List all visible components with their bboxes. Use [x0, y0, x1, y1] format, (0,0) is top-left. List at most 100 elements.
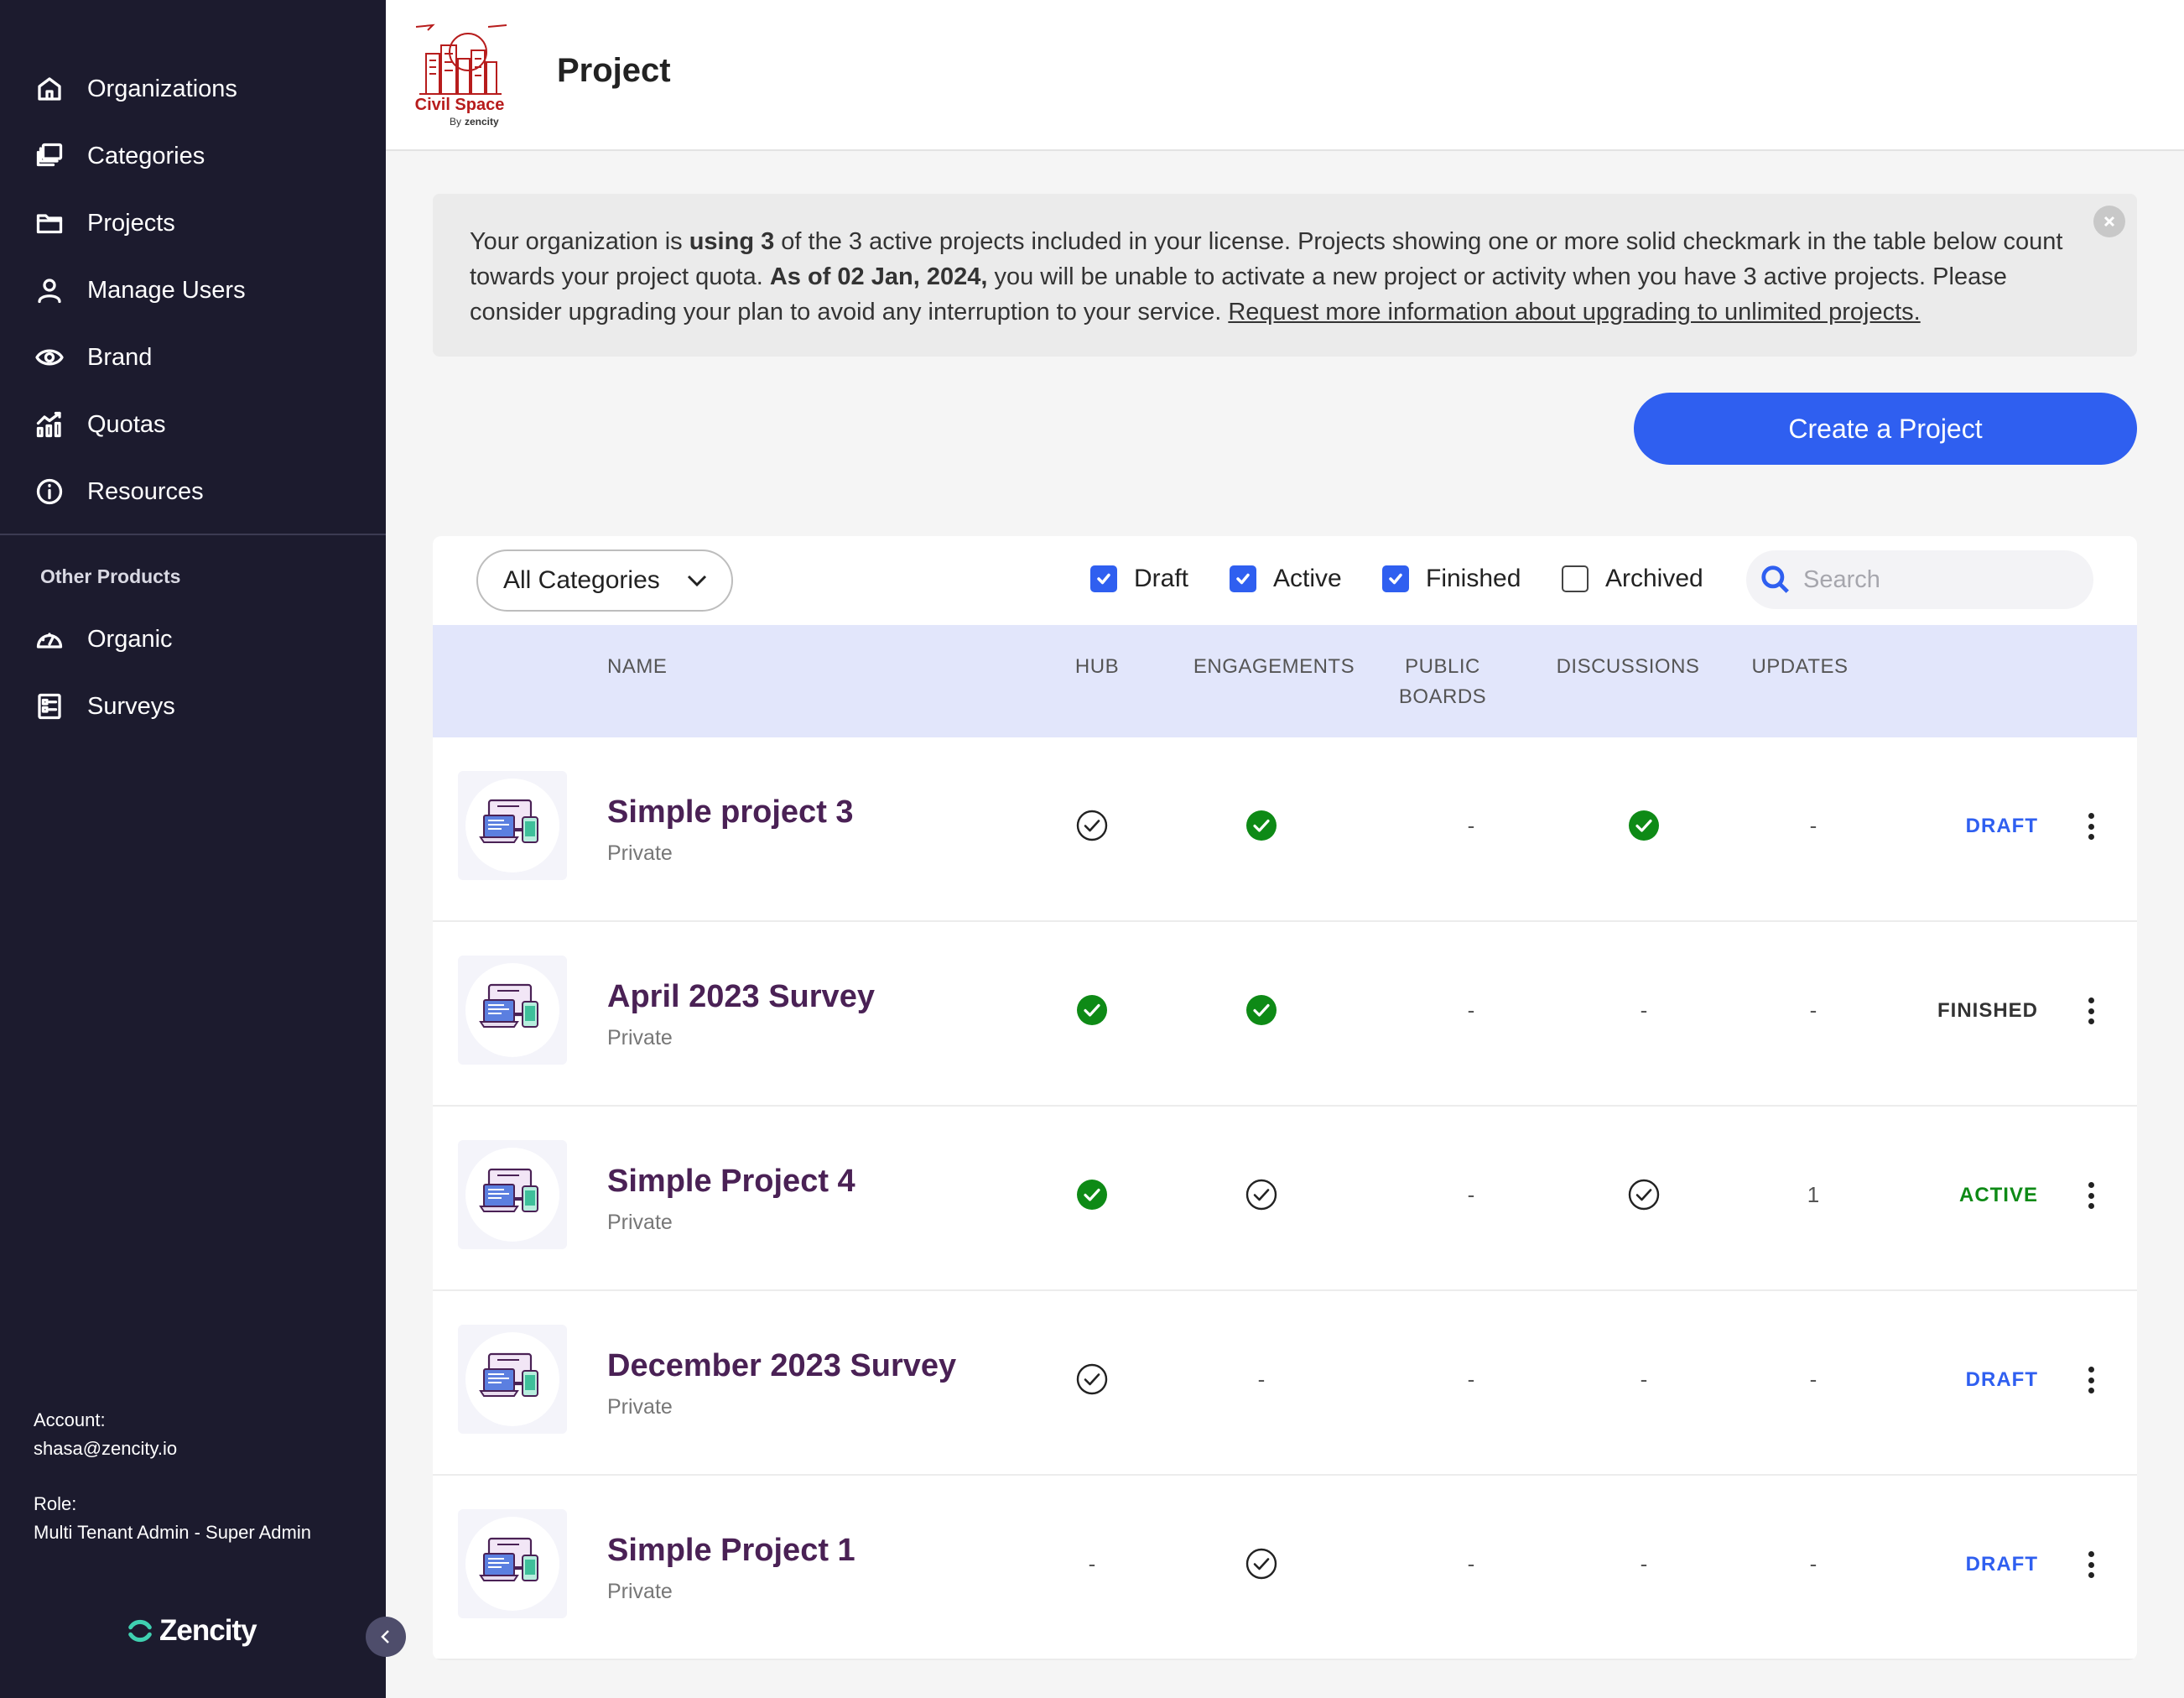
survey-icon: [34, 690, 65, 722]
row-more-menu-icon[interactable]: [2078, 994, 2103, 1028]
filter-active-checkbox[interactable]: Active: [1230, 565, 1342, 593]
user-icon: [34, 274, 65, 306]
upgrade-info-link[interactable]: Request more information about upgrading…: [1228, 299, 1920, 326]
row-more-menu-icon[interactable]: [2078, 1363, 2103, 1397]
discussions-outline-check-icon: [1619, 1174, 1669, 1216]
search-input[interactable]: [1803, 565, 2072, 594]
public-boards-value: -: [1467, 1181, 1475, 1207]
collapse-sidebar-button[interactable]: [366, 1617, 406, 1657]
project-name[interactable]: Simple project 3: [607, 794, 854, 831]
license-notice: Your organization is using 3 of the 3 ac…: [433, 194, 2137, 357]
row-more-menu-icon[interactable]: [2078, 1548, 2103, 1581]
engagements-value: -: [1257, 1366, 1266, 1392]
close-icon: [2103, 216, 2115, 227]
sidebar-item-label: Brand: [87, 343, 153, 371]
project-name[interactable]: December 2023 Survey: [607, 1348, 956, 1384]
filter-finished-label: Finished: [1426, 565, 1521, 592]
sidebar-item-categories[interactable]: Categories: [0, 122, 386, 190]
notice-bold-2: As of 02 Jan, 2024,: [769, 263, 988, 290]
table-row[interactable]: December 2023 Survey Private - - - - DRAFT: [433, 1291, 2137, 1476]
sidebar-divider: [0, 534, 386, 535]
public-boards-value: -: [1467, 1366, 1475, 1392]
account-info: Account: shasa@zencity.io Role: Multi Te…: [34, 1406, 311, 1547]
sidebar-item-label: Organizations: [87, 75, 237, 102]
project-devices-icon: [465, 1148, 559, 1242]
notice-bold-1: using 3: [689, 228, 775, 255]
checkbox-archived-box[interactable]: [1562, 565, 1589, 592]
sidebar-item-manage-users[interactable]: Manage Users: [0, 257, 386, 324]
project-name[interactable]: Simple Project 1: [607, 1533, 855, 1569]
engagements-solid-check-icon: [1236, 989, 1287, 1031]
sidebar-item-resources[interactable]: Resources: [0, 458, 386, 525]
chart-icon: [34, 409, 65, 440]
column-header-public-boards: PUBLIC BOARDS: [1375, 652, 1510, 712]
categories-icon: [34, 140, 65, 172]
sidebar-item-quotas[interactable]: Quotas: [0, 391, 386, 458]
project-visibility: Private: [607, 1026, 673, 1050]
logo-company: zencity: [465, 116, 499, 128]
hub-outline-check-icon: [1067, 1358, 1117, 1400]
sidebar-item-label: Organic: [87, 625, 173, 653]
sidebar-item-label: Projects: [87, 209, 175, 237]
table-filters: All Categories Draft Active Finished Arc…: [433, 536, 2137, 625]
sidebar-item-projects[interactable]: Projects: [0, 190, 386, 257]
checkbox-draft-box[interactable]: [1090, 565, 1117, 592]
notice-text-1: Your organization is: [470, 228, 689, 255]
check-icon: [1097, 573, 1110, 585]
account-label: Account:: [34, 1409, 106, 1430]
status-badge: FINISHED: [1937, 999, 2038, 1022]
logo-name: Civil Space: [415, 96, 505, 114]
page-title: Project: [557, 52, 671, 89]
sidebar-item-brand[interactable]: Brand: [0, 324, 386, 391]
check-icon: [1236, 573, 1250, 585]
column-header-discussions: DISCUSSIONS: [1556, 655, 1700, 678]
eye-icon: [34, 341, 65, 373]
status-badge: DRAFT: [1965, 1553, 2038, 1576]
project-devices-icon: [465, 1332, 559, 1426]
table-row[interactable]: April 2023 Survey Private - - - FINISHED: [433, 922, 2137, 1107]
discussions-value: -: [1640, 1550, 1648, 1576]
sidebar-item-surveys[interactable]: Surveys: [0, 673, 386, 740]
discussions-value: -: [1640, 997, 1648, 1023]
role-label: Role:: [34, 1493, 77, 1514]
create-project-button[interactable]: Create a Project: [1634, 393, 2137, 465]
sidebar-item-label: Resources: [87, 477, 204, 505]
sidebar-nav: Organizations Categories Projects Manage…: [0, 0, 386, 525]
project-thumbnail: [458, 1325, 567, 1434]
notice-close-button[interactable]: [2093, 206, 2125, 237]
updates-value: -: [1809, 997, 1817, 1023]
civil-space-logo-icon: Civil Space By zencity: [415, 23, 507, 128]
column-header-name: NAME: [607, 655, 668, 678]
status-badge: ACTIVE: [1958, 1184, 2038, 1206]
folder-icon: [34, 207, 65, 239]
sidebar-item-label: Surveys: [87, 692, 175, 720]
checkbox-active-box[interactable]: [1230, 565, 1256, 592]
project-devices-icon: [465, 779, 559, 872]
filter-draft-checkbox[interactable]: Draft: [1090, 565, 1188, 593]
project-name[interactable]: Simple Project 4: [607, 1164, 855, 1200]
project-thumbnail: [458, 1140, 567, 1249]
category-select-value: All Categories: [503, 566, 660, 594]
project-thumbnail: [458, 771, 567, 880]
project-visibility: Private: [607, 841, 673, 865]
updates-value: 1: [1807, 1181, 1820, 1207]
table-row[interactable]: Simple Project 4 Private - 1 ACTIVE: [433, 1107, 2137, 1291]
sidebar-item-organic[interactable]: Organic: [0, 606, 386, 673]
project-devices-icon: [465, 963, 559, 1057]
updates-value: -: [1809, 1550, 1817, 1576]
updates-value: -: [1809, 1366, 1817, 1392]
home-icon: [34, 73, 65, 105]
table-row[interactable]: Simple Project 1 Private - - - - DRAFT: [433, 1476, 2137, 1660]
row-more-menu-icon[interactable]: [2078, 1179, 2103, 1212]
table-row[interactable]: Simple project 3 Private - - DRAFT: [433, 737, 2137, 922]
checkbox-finished-box[interactable]: [1382, 565, 1409, 592]
column-header-public: PUBLIC: [1405, 655, 1480, 678]
filter-archived-checkbox[interactable]: Archived: [1562, 565, 1703, 593]
chevron-down-icon: [687, 575, 707, 587]
project-name[interactable]: April 2023 Survey: [607, 979, 875, 1015]
filter-finished-checkbox[interactable]: Finished: [1382, 565, 1521, 593]
category-select[interactable]: All Categories: [476, 550, 733, 612]
sidebar-item-organizations[interactable]: Organizations: [0, 55, 386, 122]
public-boards-value: -: [1467, 812, 1475, 838]
row-more-menu-icon[interactable]: [2078, 810, 2103, 843]
